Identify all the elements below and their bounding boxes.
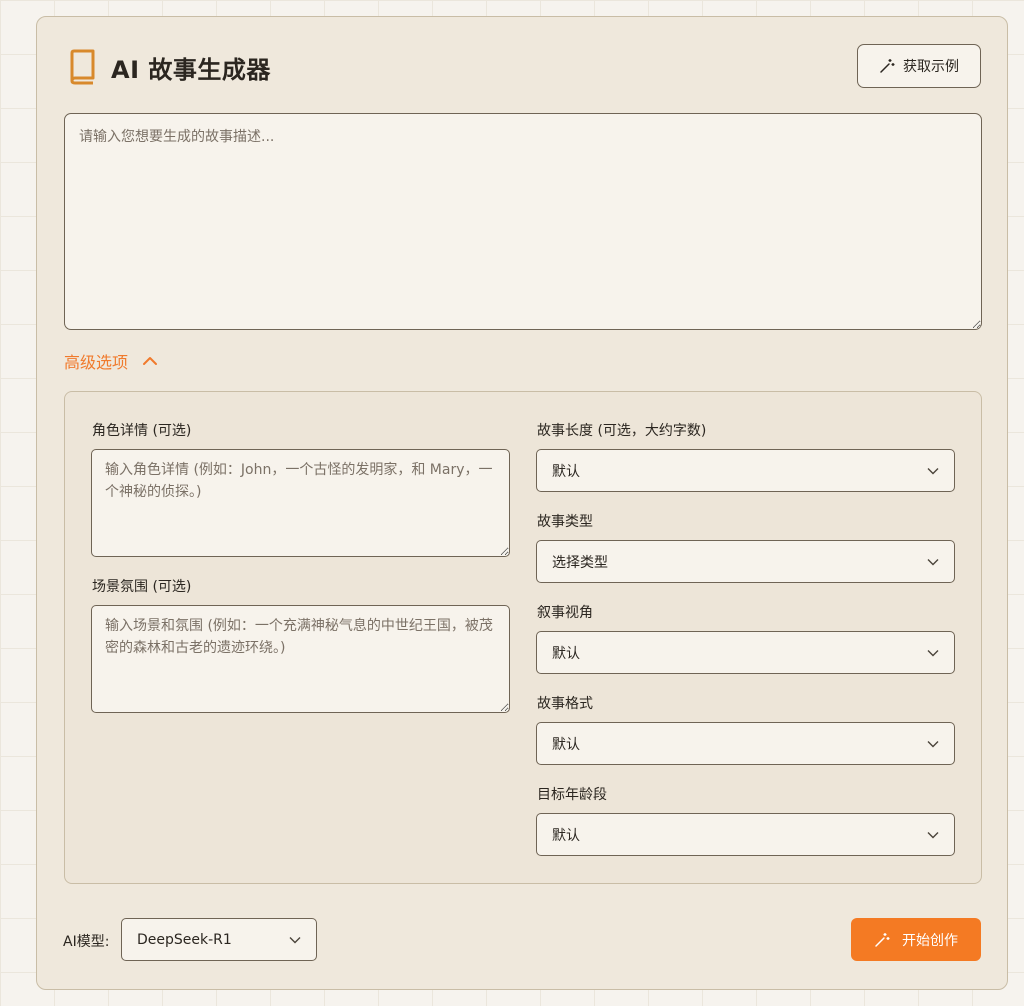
- story-length-value: 默认: [552, 463, 580, 480]
- header: AI 故事生成器: [67, 49, 271, 85]
- chevron-down-icon: [927, 740, 939, 748]
- story-description-input[interactable]: [64, 113, 982, 330]
- setting-atmosphere-label: 场景氛围 (可选): [92, 579, 192, 595]
- narrative-perspective-select[interactable]: 默认: [536, 631, 955, 674]
- get-example-label: 获取示例: [903, 59, 959, 75]
- narrative-perspective-label: 叙事视角: [537, 605, 593, 621]
- advanced-options-label: 高级选项: [64, 353, 129, 372]
- story-genre-select[interactable]: 选择类型: [536, 540, 955, 583]
- target-age-select[interactable]: 默认: [536, 813, 955, 856]
- chevron-down-icon: [927, 558, 939, 566]
- advanced-options-panel: 角色详情 (可选) 场景氛围 (可选) 故事长度 (可选，大约字数) 默认 故事…: [64, 391, 982, 884]
- story-genre-label: 故事类型: [537, 514, 593, 530]
- story-generator-card: AI 故事生成器 获取示例 高级选项 角色详情 (可选) 场景氛围 (可选) 故: [36, 16, 1008, 990]
- story-format-value: 默认: [552, 736, 580, 753]
- target-age-label: 目标年龄段: [537, 787, 607, 803]
- chevron-down-icon: [927, 467, 939, 475]
- target-age-value: 默认: [552, 827, 580, 844]
- story-format-select[interactable]: 默认: [536, 722, 955, 765]
- advanced-options-toggle[interactable]: 高级选项: [64, 349, 158, 373]
- page-title: AI 故事生成器: [111, 55, 271, 84]
- story-length-select[interactable]: 默认: [536, 449, 955, 492]
- magic-wand-icon: [879, 58, 895, 74]
- story-length-label: 故事长度 (可选，大约字数): [537, 423, 707, 439]
- ai-model-label: AI模型:: [63, 934, 110, 950]
- narrative-perspective-value: 默认: [552, 645, 580, 662]
- chevron-up-icon: [142, 356, 158, 366]
- setting-atmosphere-input[interactable]: [91, 605, 510, 713]
- story-genre-value: 选择类型: [552, 554, 608, 571]
- story-format-label: 故事格式: [537, 696, 593, 712]
- book-icon: [67, 49, 97, 85]
- chevron-down-icon: [289, 936, 301, 944]
- start-creating-label: 开始创作: [902, 932, 958, 949]
- chevron-down-icon: [927, 831, 939, 839]
- character-details-input[interactable]: [91, 449, 510, 557]
- get-example-button[interactable]: 获取示例: [857, 44, 981, 88]
- start-creating-button[interactable]: 开始创作: [851, 918, 981, 961]
- ai-model-select[interactable]: DeepSeek-R1: [121, 918, 317, 961]
- chevron-down-icon: [927, 649, 939, 657]
- ai-model-value: DeepSeek-R1: [137, 931, 232, 948]
- magic-wand-icon: [874, 932, 890, 948]
- character-details-label: 角色详情 (可选): [92, 423, 192, 439]
